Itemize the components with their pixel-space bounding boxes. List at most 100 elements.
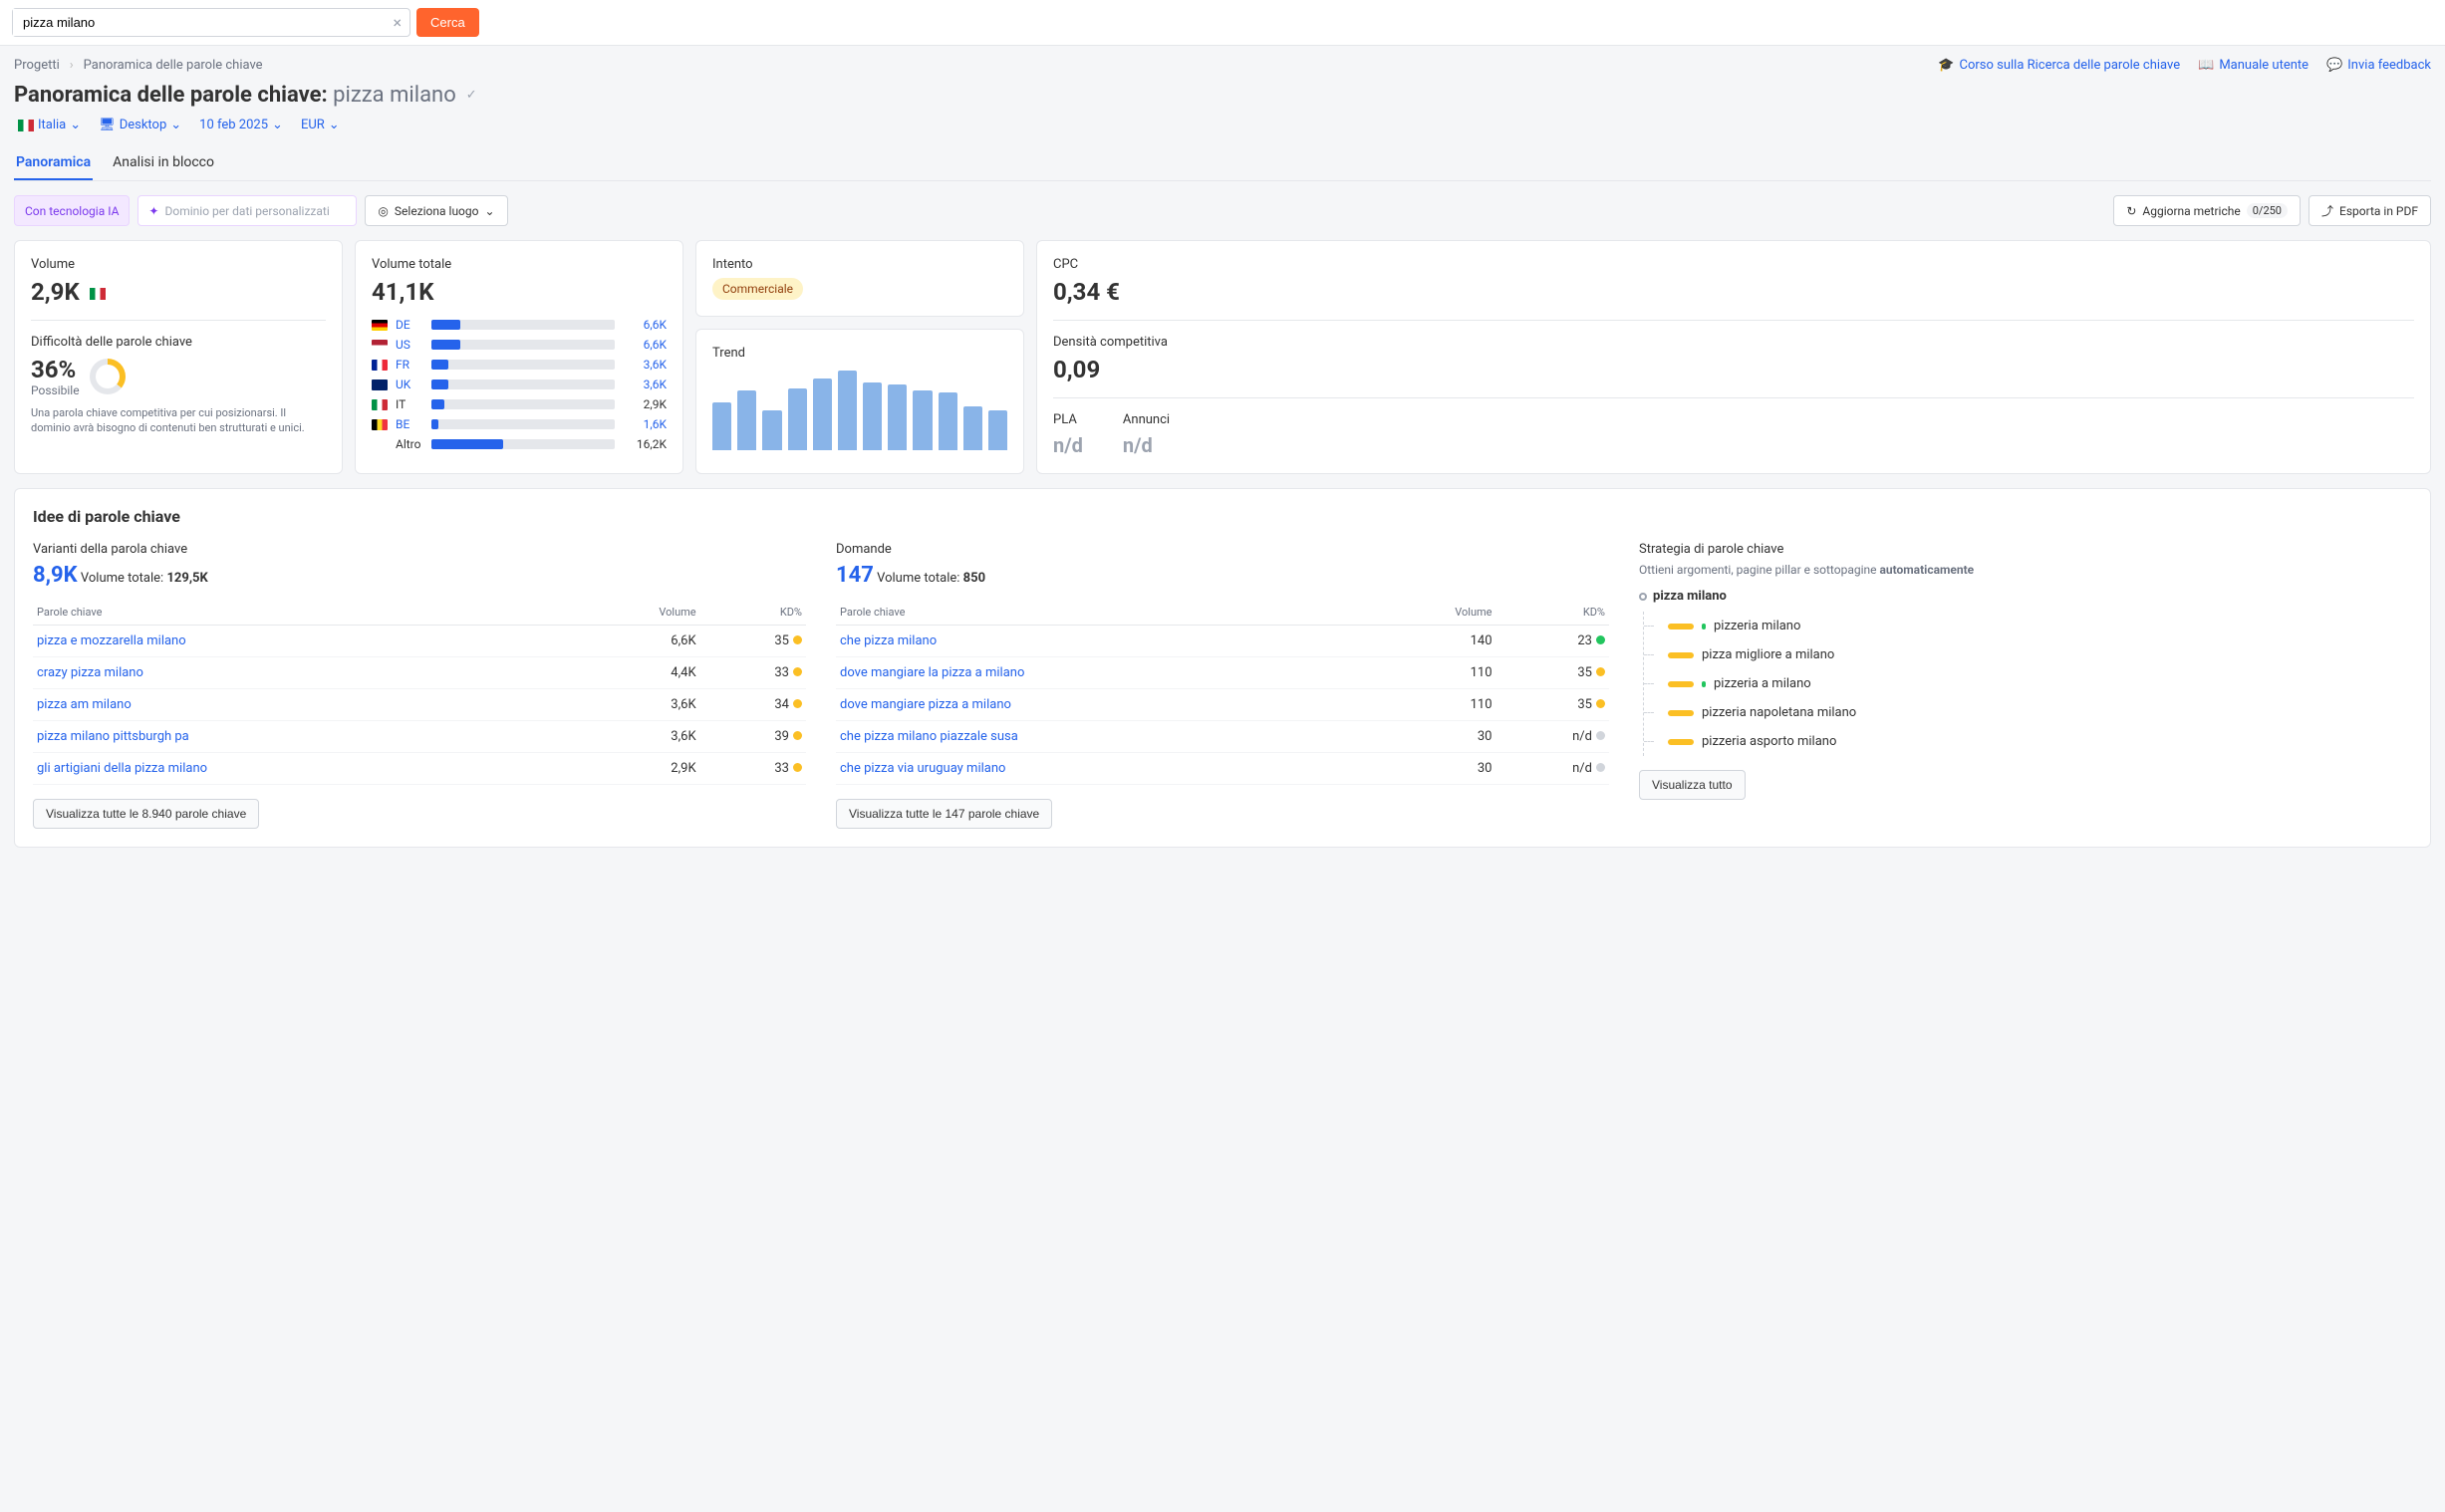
volume-cell: 110 — [1371, 689, 1496, 721]
search-button[interactable]: Cerca — [416, 8, 479, 37]
total-volume-label: Volume totale — [372, 257, 667, 272]
device-filter[interactable]: 🖥 Desktop ⌄ — [99, 118, 181, 132]
country-code: IT — [396, 397, 423, 411]
intent-badge: Commerciale — [712, 278, 803, 300]
tab-overview[interactable]: Panoramica — [14, 146, 93, 180]
keyword-link[interactable]: gli artigiani della pizza milano — [37, 761, 207, 776]
volume-country-row: UK 3,6K — [372, 378, 667, 391]
export-button[interactable]: ⤴Esporta in PDF — [2309, 195, 2431, 226]
trend-bar — [788, 388, 807, 450]
refresh-button[interactable]: ↻Aggiorna metriche0/250 — [2113, 195, 2301, 226]
kd-cell: 35 — [1496, 657, 1610, 689]
keyword-link[interactable]: dove mangiare la pizza a milano — [840, 665, 1024, 680]
strategy-item[interactable]: pizzeria napoletana milano — [1660, 698, 2412, 727]
view-all-questions-button[interactable]: Visualizza tutte le 147 parole chiave — [836, 799, 1052, 829]
table-row: che pizza milano 140 23 — [836, 626, 1609, 657]
search-input[interactable] — [13, 9, 385, 36]
volume-cell: 2,9K — [566, 753, 700, 785]
chevron-down-icon: ⌄ — [329, 118, 340, 132]
questions-title: Domande — [836, 542, 1609, 557]
table-row: gli artigiani della pizza milano 2,9K 33 — [33, 753, 806, 785]
volume-value: 2,9K — [31, 278, 326, 306]
keyword-link[interactable]: che pizza milano — [840, 633, 937, 648]
ideas-title: Idee di parole chiave — [33, 507, 2412, 526]
cpc-label: CPC — [1053, 257, 2414, 272]
trend-bar — [888, 384, 907, 450]
page-title: Panoramica delle parole chiave: pizza mi… — [14, 83, 456, 108]
country-code[interactable]: UK — [396, 378, 423, 391]
volume-country-row: DE 6,6K — [372, 318, 667, 332]
keyword-link[interactable]: pizza e mozzarella milano — [37, 633, 186, 648]
country-volume[interactable]: 3,6K — [623, 358, 667, 372]
trend-bar — [913, 390, 932, 450]
volume-cell: 110 — [1371, 657, 1496, 689]
questions-count[interactable]: 147 — [836, 563, 874, 588]
flag-icon — [372, 340, 388, 351]
domain-input[interactable]: ✦Dominio per dati personalizzati — [137, 195, 357, 226]
volume-cell: 3,6K — [566, 721, 700, 753]
volume-cell: 30 — [1371, 753, 1496, 785]
tab-bulk[interactable]: Analisi in blocco — [111, 146, 216, 180]
feedback-link[interactable]: 💬Invia feedback — [2326, 58, 2431, 73]
volume-cell: 140 — [1371, 626, 1496, 657]
course-link[interactable]: 🎓Corso sulla Ricerca delle parole chiave — [1938, 58, 2180, 73]
other-label: Altro — [396, 437, 423, 451]
view-all-strategy-button[interactable]: Visualizza tutto — [1639, 770, 1746, 800]
trend-chart — [712, 371, 1007, 450]
strategy-item[interactable]: pizzeria asporto milano — [1660, 727, 2412, 756]
volume-country-row: FR 3,6K — [372, 358, 667, 372]
view-all-variants-button[interactable]: Visualizza tutte le 8.940 parole chiave — [33, 799, 259, 829]
currency-filter[interactable]: EUR ⌄ — [301, 118, 340, 132]
trend-bar — [863, 382, 882, 450]
chevron-right-icon: › — [70, 58, 74, 73]
country-code[interactable]: BE — [396, 417, 423, 431]
intent-label: Intento — [712, 257, 1007, 272]
breadcrumb-root[interactable]: Progetti — [14, 58, 60, 73]
country-volume[interactable]: 6,6K — [623, 338, 667, 352]
strategy-item[interactable]: pizza migliore a milano — [1660, 640, 2412, 669]
chevron-down-icon: ⌄ — [70, 118, 81, 132]
table-row: pizza am milano 3,6K 34 — [33, 689, 806, 721]
date-filter[interactable]: 10 feb 2025 ⌄ — [199, 118, 283, 132]
kd-cell: 33 — [700, 753, 806, 785]
strategy-item[interactable]: pizzeria milano — [1660, 612, 2412, 640]
keyword-link[interactable]: crazy pizza milano — [37, 665, 143, 680]
country-code[interactable]: US — [396, 338, 423, 352]
breadcrumb: Progetti › Panoramica delle parole chiav… — [14, 58, 263, 73]
country-filter[interactable]: Italia ⌄ — [14, 118, 81, 132]
flag-icon — [372, 379, 388, 390]
kd-cell: 33 — [700, 657, 806, 689]
strategy-item[interactable]: pizzeria a milano — [1660, 669, 2412, 698]
keyword-link[interactable]: pizza milano pittsburgh pa — [37, 729, 189, 744]
keyword-link[interactable]: che pizza milano piazzale susa — [840, 729, 1018, 744]
location-select[interactable]: ◎Seleziona luogo⌄ — [365, 195, 507, 226]
density-label: Densità competitiva — [1053, 335, 2414, 350]
manual-link[interactable]: 📖Manuale utente — [2198, 58, 2309, 73]
table-row: pizza milano pittsburgh pa 3,6K 39 — [33, 721, 806, 753]
ads-label: Annunci — [1123, 412, 1170, 427]
kd-cell: 39 — [700, 721, 806, 753]
clear-icon[interactable]: × — [385, 13, 409, 32]
flag-icon — [372, 320, 388, 331]
keyword-link[interactable]: pizza am milano — [37, 697, 132, 712]
kd-value: 36% — [31, 356, 80, 383]
country-volume[interactable]: 1,6K — [623, 417, 667, 431]
volume-cell: 6,6K — [566, 626, 700, 657]
kd-label: Difficoltà delle parole chiave — [31, 335, 326, 350]
chevron-down-icon: ⌄ — [272, 118, 283, 132]
kd-note: Una parola chiave competitiva per cui po… — [31, 405, 326, 436]
kd-status: Possibile — [31, 383, 80, 397]
trend-bar — [838, 371, 857, 450]
country-code[interactable]: FR — [396, 358, 423, 372]
kd-cell: n/d — [1496, 753, 1610, 785]
variants-count[interactable]: 8,9K — [33, 563, 78, 588]
trend-bar — [813, 378, 832, 450]
keyword-link[interactable]: che pizza via uruguay milano — [840, 761, 1005, 776]
country-code[interactable]: DE — [396, 318, 423, 332]
country-volume[interactable]: 3,6K — [623, 378, 667, 391]
ads-value: n/d — [1123, 433, 1170, 457]
keyword-link[interactable]: dove mangiare pizza a milano — [840, 697, 1011, 712]
density-value: 0,09 — [1053, 356, 2414, 383]
country-volume[interactable]: 6,6K — [623, 318, 667, 332]
trend-bar — [737, 390, 756, 450]
